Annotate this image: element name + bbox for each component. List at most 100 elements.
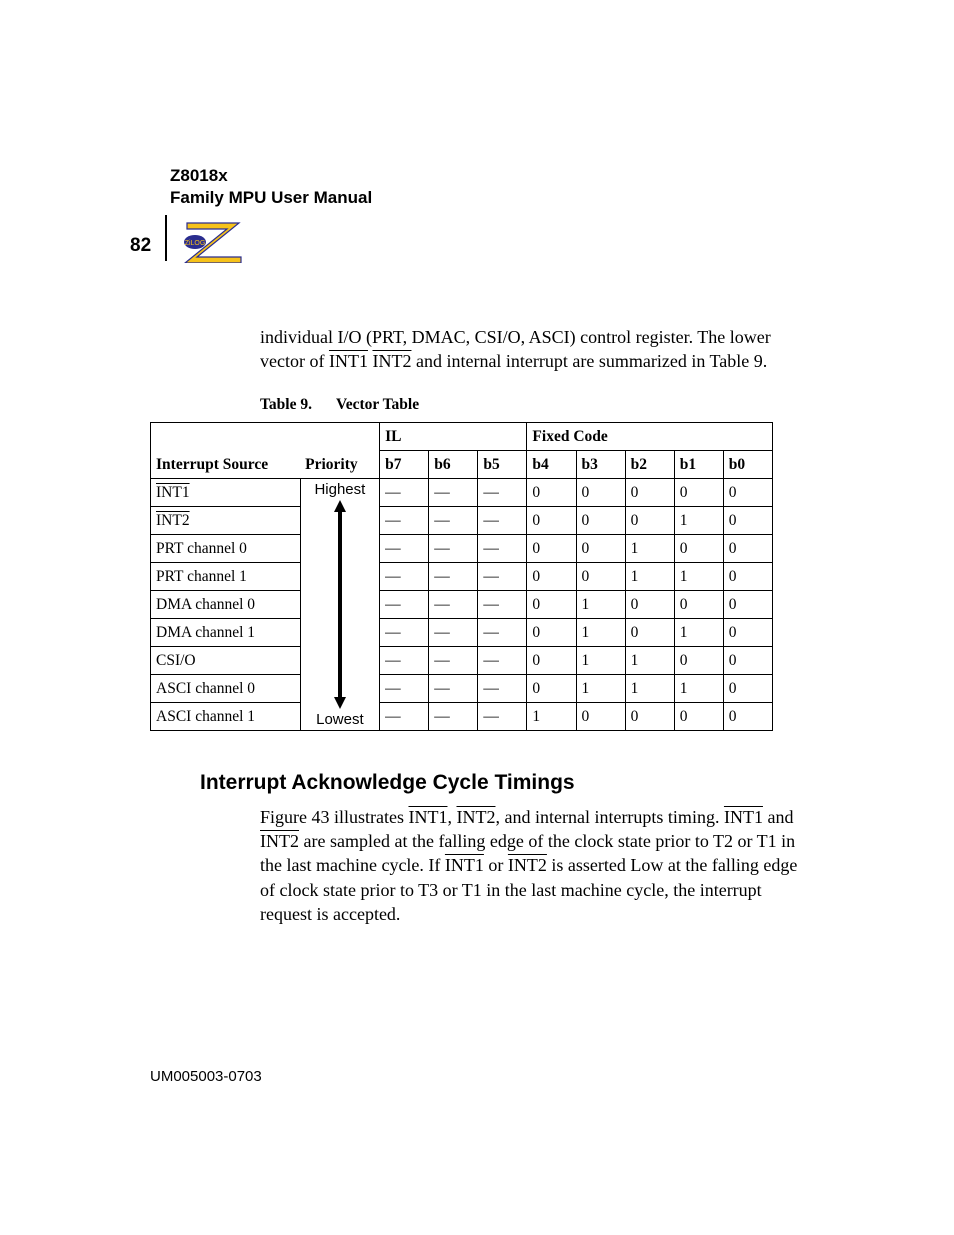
cell-b6: — <box>429 646 478 674</box>
table-row: PRT channel 1———00110 <box>151 562 773 590</box>
col-b4: b4 <box>527 450 576 478</box>
cell-source: INT2 <box>151 506 301 534</box>
cell-b5: — <box>478 702 527 730</box>
cell-b5: — <box>478 674 527 702</box>
il-header: IL <box>380 422 527 450</box>
cell-source: PRT channel 1 <box>151 562 301 590</box>
cell-b5: — <box>478 590 527 618</box>
page-number-row: 82 ZiLOG <box>130 215 804 263</box>
cell-b0: 0 <box>723 478 772 506</box>
int1-ref-3: INT1 <box>445 855 484 875</box>
cell-b6: — <box>429 506 478 534</box>
table-caption: Table 9.Vector Table <box>260 396 804 414</box>
cell-b5: — <box>478 534 527 562</box>
cell-b7: — <box>380 562 429 590</box>
col-b6: b6 <box>429 450 478 478</box>
cell-b4: 0 <box>527 590 576 618</box>
cell-b6: — <box>429 702 478 730</box>
header-row-1: IL Fixed Code <box>151 422 773 450</box>
int1-label: INT1 <box>329 351 368 371</box>
cell-b1: 0 <box>674 702 723 730</box>
cell-source: CSI/O <box>151 646 301 674</box>
int2-label: INT2 <box>372 351 411 371</box>
cell-b6: — <box>429 478 478 506</box>
int2-ref: INT2 <box>456 807 495 827</box>
cell-b4: 0 <box>527 562 576 590</box>
cell-source: DMA channel 1 <box>151 618 301 646</box>
cell-b7: — <box>380 618 429 646</box>
cell-b7: — <box>380 590 429 618</box>
cell-b4: 1 <box>527 702 576 730</box>
cell-b6: — <box>429 590 478 618</box>
table-title: Vector Table <box>336 396 419 413</box>
vector-table: IL Fixed Code Interrupt Source Priority … <box>150 422 773 731</box>
cell-b1: 1 <box>674 618 723 646</box>
table-row: INT1HighestLowest———00000 <box>151 478 773 506</box>
cell-b3: 1 <box>576 590 625 618</box>
cell-b5: — <box>478 618 527 646</box>
table-row: DMA channel 1———01010 <box>151 618 773 646</box>
cell-b4: 0 <box>527 646 576 674</box>
cell-b2: 1 <box>625 562 674 590</box>
cell-source: ASCI channel 1 <box>151 702 301 730</box>
cell-b4: 0 <box>527 506 576 534</box>
cell-b3: 0 <box>576 478 625 506</box>
cell-b6: — <box>429 562 478 590</box>
table-row: ASCI channel 1———10000 <box>151 702 773 730</box>
col-b1: b1 <box>674 450 723 478</box>
cell-b1: 1 <box>674 674 723 702</box>
cell-b0: 0 <box>723 534 772 562</box>
col-b3: b3 <box>576 450 625 478</box>
cell-b3: 1 <box>576 674 625 702</box>
cell-b1: 1 <box>674 562 723 590</box>
body-paragraph: Figure 43 illustrates INT1, INT2, and in… <box>260 805 804 926</box>
cell-b0: 0 <box>723 646 772 674</box>
col-b7: b7 <box>380 450 429 478</box>
cell-b2: 0 <box>625 506 674 534</box>
cell-source: ASCI channel 0 <box>151 674 301 702</box>
cell-b1: 1 <box>674 506 723 534</box>
section-title: Interrupt Acknowledge Cycle Timings <box>200 771 804 795</box>
cell-b0: 0 <box>723 618 772 646</box>
cell-b7: — <box>380 674 429 702</box>
cell-b1: 0 <box>674 478 723 506</box>
cell-b2: 0 <box>625 478 674 506</box>
header-row-2: Interrupt Source Priority b7 b6 b5 b4 b3… <box>151 450 773 478</box>
cell-b3: 0 <box>576 562 625 590</box>
fixed-code-header: Fixed Code <box>527 422 773 450</box>
cell-source: INT1 <box>151 478 301 506</box>
cell-b6: — <box>429 674 478 702</box>
cell-b4: 0 <box>527 674 576 702</box>
priority-low-label: Lowest <box>316 711 364 728</box>
cell-b2: 1 <box>625 534 674 562</box>
int1-ref-2: INT1 <box>724 807 763 827</box>
cell-b4: 0 <box>527 618 576 646</box>
cell-b3: 1 <box>576 618 625 646</box>
cell-b3: 0 <box>576 506 625 534</box>
logo-badge-label: ZiLOG <box>185 240 206 247</box>
header-separator <box>165 215 167 261</box>
cell-b0: 0 <box>723 590 772 618</box>
priority-high-label: Highest <box>314 481 365 498</box>
cell-b5: — <box>478 506 527 534</box>
cell-b2: 0 <box>625 618 674 646</box>
cell-b7: — <box>380 478 429 506</box>
cell-b2: 1 <box>625 674 674 702</box>
cell-b1: 0 <box>674 534 723 562</box>
cell-source: PRT channel 0 <box>151 534 301 562</box>
page: Z8018x Family MPU User Manual 82 ZiLOG i… <box>0 0 954 1235</box>
cell-b2: 0 <box>625 702 674 730</box>
doc-footer-id: UM005003-0703 <box>150 1068 262 1085</box>
cell-b3: 0 <box>576 702 625 730</box>
table-row: CSI/O———01100 <box>151 646 773 674</box>
doc-title-line1: Z8018x <box>170 165 804 187</box>
cell-b0: 0 <box>723 562 772 590</box>
page-number: 82 <box>130 235 151 257</box>
int1-ref: INT1 <box>408 807 447 827</box>
zilog-logo-icon: ZiLOG <box>181 217 245 263</box>
cell-b2: 0 <box>625 590 674 618</box>
priority-arrow-icon <box>332 500 348 709</box>
cell-b7: — <box>380 646 429 674</box>
table-row: ASCI channel 0———01110 <box>151 674 773 702</box>
table-row: DMA channel 0———01000 <box>151 590 773 618</box>
